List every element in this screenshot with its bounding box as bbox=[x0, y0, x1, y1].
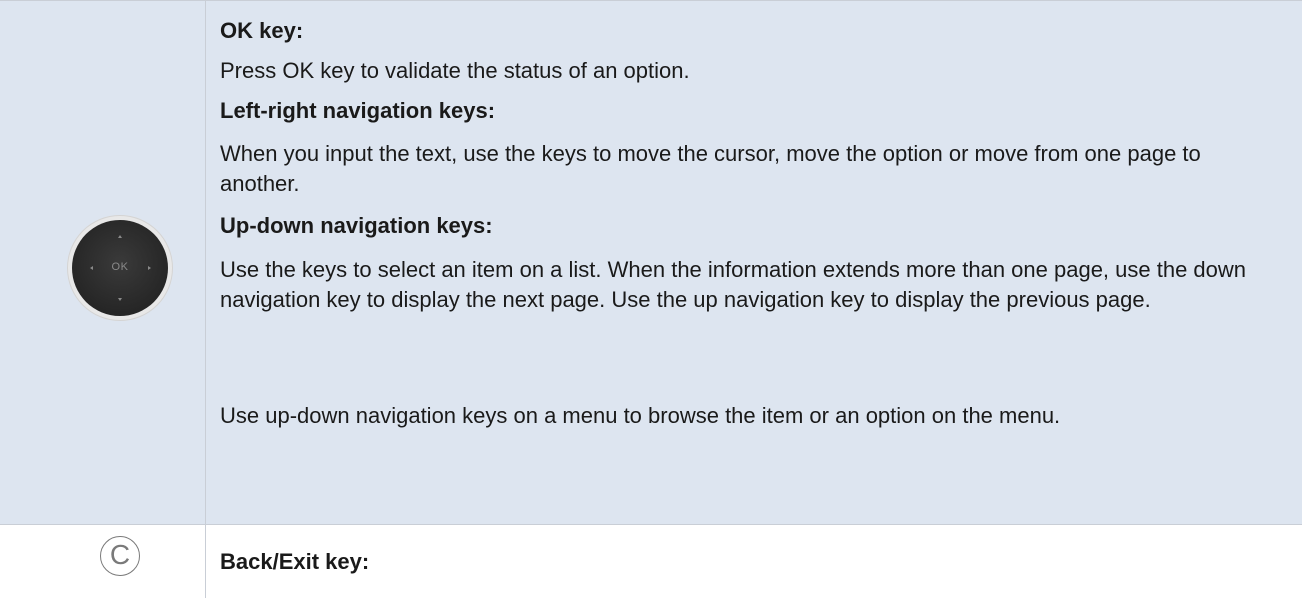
navigation-keys-description: OK key: Press OK key to validate the sta… bbox=[220, 1, 1282, 526]
ok-key-heading: OK key: bbox=[220, 18, 304, 43]
left-right-keys-text: When you input the text, use the keys to… bbox=[220, 141, 1201, 196]
key-description-table: OK OK key: Press OK key to validate the … bbox=[0, 0, 1302, 598]
back-exit-key-heading: Back/Exit key: bbox=[220, 549, 370, 574]
up-down-keys-text-2: Use up-down navigation keys on a menu to… bbox=[220, 403, 1061, 428]
column-divider bbox=[205, 0, 206, 598]
up-down-keys-text-1: Use the keys to select an item on a list… bbox=[220, 257, 1247, 312]
navigation-pad-icon: OK bbox=[67, 215, 173, 321]
c-key-icon: C bbox=[100, 536, 140, 576]
navigation-keys-row: OK OK key: Press OK key to validate the … bbox=[0, 0, 1302, 525]
ok-label: OK bbox=[111, 261, 129, 273]
up-down-keys-heading: Up-down navigation keys: bbox=[220, 213, 493, 238]
left-right-keys-heading: Left-right navigation keys: bbox=[220, 98, 496, 123]
ok-key-text: Press OK key to validate the status of a… bbox=[220, 58, 690, 83]
up-arrow-icon bbox=[118, 235, 122, 238]
back-exit-key-description: Back/Exit key: bbox=[220, 525, 1282, 598]
down-arrow-icon bbox=[118, 298, 122, 301]
navigation-pad-face: OK bbox=[72, 220, 168, 316]
